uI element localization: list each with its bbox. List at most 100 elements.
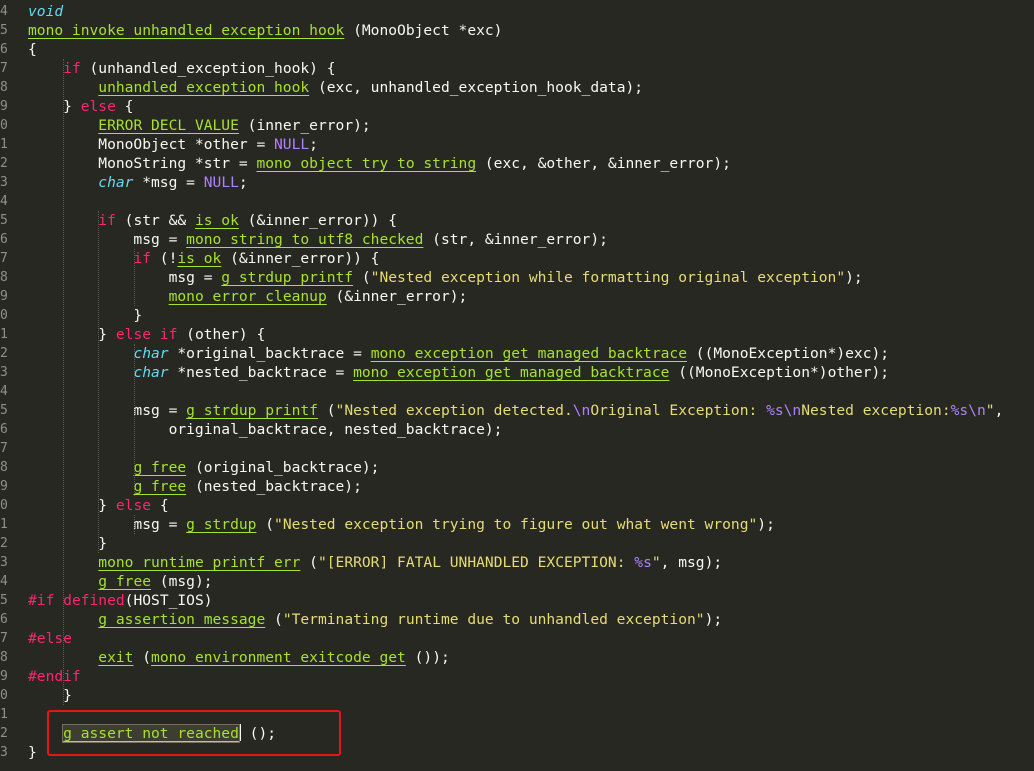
code-line[interactable]: 8 unhandled_exception_hook (exc, unhandl… xyxy=(0,78,1034,97)
code-line[interactable]: 7 if (unhandled_exception_hook) { xyxy=(0,59,1034,78)
code-line[interactable]: 0 ERROR_DECL_VALUE (inner_error); xyxy=(0,116,1034,135)
code-token: void xyxy=(28,3,64,20)
code-text[interactable]: ERROR_DECL_VALUE (inner_error); xyxy=(28,116,370,135)
code-token: Nested exception: xyxy=(801,402,951,419)
code-line[interactable]: 5 #if defined(HOST_IOS) xyxy=(0,591,1034,610)
code-editor[interactable]: 3} 2 g_assert_not_reached (); 1 0 } 9 #endif 8… xyxy=(0,0,1034,771)
code-line[interactable]: 3 char *nested_backtrace = mono_exceptio… xyxy=(0,363,1034,382)
code-line[interactable]: 1 msg = g_strdup ("Nested exception tryi… xyxy=(0,515,1034,534)
code-text[interactable]: } xyxy=(28,686,72,705)
code-line[interactable]: 7 #else xyxy=(0,629,1034,648)
code-text[interactable]: g_free (msg); xyxy=(28,572,212,591)
code-text[interactable]: void xyxy=(28,2,63,21)
code-line[interactable]: 0 } xyxy=(0,306,1034,325)
code-text[interactable]: g_free (nested_backtrace); xyxy=(28,477,361,496)
code-line[interactable]: 6 msg = mono_string_to_utf8_checked (str… xyxy=(0,230,1034,249)
code-text[interactable]: char *nested_backtrace = mono_exception_… xyxy=(28,363,889,382)
code-line[interactable]: 9 mono_error_cleanup (&inner_error); xyxy=(0,287,1034,306)
code-line[interactable]: 1 MonoObject *other = NULL; xyxy=(0,135,1034,154)
code-token: (MonoObject *exc) xyxy=(344,22,503,39)
code-line[interactable]: 9 g_free (nested_backtrace); xyxy=(0,477,1034,496)
code-text[interactable]: g_free (original_backtrace); xyxy=(28,458,379,477)
code-line[interactable]: 4 xyxy=(0,382,1034,401)
code-token: else if xyxy=(115,326,178,343)
code-text[interactable]: msg = g_strdup_printf ("Nested exception… xyxy=(28,268,863,287)
code-token: msg = xyxy=(28,516,187,533)
code-text[interactable]: MonoObject *other = NULL; xyxy=(28,135,318,154)
code-line[interactable]: 8 g_free (original_backtrace); xyxy=(0,458,1034,477)
code-text[interactable]: char *msg = NULL; xyxy=(28,173,248,192)
code-line[interactable]: 6 original_backtrace, nested_backtrace); xyxy=(0,420,1034,439)
code-text[interactable]: MonoString *str = mono_object_try_to_str… xyxy=(28,154,731,173)
code-text[interactable]: } else { xyxy=(28,97,133,116)
code-token: mono_exception_get_managed_backtrace xyxy=(370,345,687,362)
code-token: } xyxy=(28,687,72,704)
code-line[interactable]: 9 } else { xyxy=(0,97,1034,116)
code-text[interactable]: mono_error_cleanup (&inner_error); xyxy=(28,287,468,306)
line-number: 6 xyxy=(0,232,8,247)
code-line[interactable]: 5 if (str && is_ok (&inner_error)) { xyxy=(0,211,1034,230)
code-text[interactable]: } xyxy=(28,306,142,325)
code-line[interactable]: 9 #endif xyxy=(0,667,1034,686)
code-line[interactable]: 2 MonoString *str = mono_object_try_to_s… xyxy=(0,154,1034,173)
code-token: *msg = xyxy=(133,174,204,191)
code-text[interactable]: msg = g_strdup_printf ("Nested exception… xyxy=(28,401,1003,420)
code-token: *nested_backtrace = xyxy=(168,364,354,381)
code-line[interactable]: 7 xyxy=(0,439,1034,458)
code-text[interactable]: { xyxy=(28,40,37,59)
code-line[interactable]: 2 char *original_backtrace = mono_except… xyxy=(0,344,1034,363)
line-number: 5 xyxy=(0,23,8,38)
line-number: 4 xyxy=(0,384,8,399)
code-line[interactable]: 7 if (!is_ok (&inner_error)) { xyxy=(0,249,1034,268)
code-line[interactable]: 3 mono_runtime_printf_err ("[ERROR] FATA… xyxy=(0,553,1034,572)
code-line[interactable]: 8 msg = g_strdup_printf ("Nested excepti… xyxy=(0,268,1034,287)
code-text[interactable]: } xyxy=(28,534,107,553)
code-text[interactable]: mono_invoke_unhandled_exception_hook (Mo… xyxy=(28,21,502,40)
code-text[interactable]: msg = g_strdup ("Nested exception trying… xyxy=(28,515,774,534)
code-text[interactable]: mono_runtime_printf_err ("[ERROR] FATAL … xyxy=(28,553,722,572)
code-text[interactable]: char *original_backtrace = mono_exceptio… xyxy=(28,344,889,363)
code-text[interactable]: g_assertion_message ("Terminating runtim… xyxy=(28,610,722,629)
code-token: defined xyxy=(63,592,125,609)
code-text[interactable]: if (!is_ok (&inner_error)) { xyxy=(28,249,379,268)
code-line[interactable]: 0 } xyxy=(0,686,1034,705)
code-token: } xyxy=(28,98,81,115)
code-token: } xyxy=(28,744,37,761)
code-token: ; xyxy=(238,174,248,191)
code-line[interactable]: 3 char *msg = NULL; xyxy=(0,173,1034,192)
code-line[interactable]: 5 msg = g_strdup_printf ("Nested excepti… xyxy=(0,401,1034,420)
code-text[interactable]: if (unhandled_exception_hook) { xyxy=(28,59,336,78)
code-token: (&inner_error); xyxy=(326,288,468,305)
line-number: 6 xyxy=(0,422,8,437)
code-text[interactable]: } xyxy=(28,743,37,762)
code-token: (unhandled_exception_hook) { xyxy=(80,60,336,77)
line-number: 0 xyxy=(0,308,8,323)
code-line[interactable]: 6 g_assertion_message ("Terminating runt… xyxy=(0,610,1034,629)
code-token: msg = xyxy=(28,269,222,286)
code-text[interactable]: msg = mono_string_to_utf8_checked (str, … xyxy=(28,230,607,249)
code-token: (! xyxy=(151,250,178,267)
code-text[interactable]: #else xyxy=(28,629,72,648)
code-line[interactable]: 1 } else if (other) { xyxy=(0,325,1034,344)
code-token: (original_backtrace); xyxy=(186,459,380,476)
code-line[interactable]: 4 g_free (msg); xyxy=(0,572,1034,591)
code-line[interactable]: 4 xyxy=(0,192,1034,211)
line-number: 5 xyxy=(0,213,8,228)
code-token: "Nested exception detected. xyxy=(335,402,573,419)
code-text[interactable]: #endif xyxy=(28,667,81,686)
code-text[interactable]: unhandled_exception_hook (exc, unhandled… xyxy=(28,78,643,97)
code-line[interactable]: 2 } xyxy=(0,534,1034,553)
code-text[interactable]: #if defined(HOST_IOS) xyxy=(28,591,213,610)
code-line[interactable]: 0 } else { xyxy=(0,496,1034,515)
code-text[interactable]: if (str && is_ok (&inner_error)) { xyxy=(28,211,397,230)
code-token: %s\n xyxy=(950,402,986,419)
code-token: } xyxy=(28,326,116,343)
code-line[interactable]: 6{ xyxy=(0,40,1034,59)
code-line[interactable]: 4 void xyxy=(0,2,1034,21)
code-line[interactable]: 8 exit (mono_environment_exitcode_get ()… xyxy=(0,648,1034,667)
code-line[interactable]: 5 mono_invoke_unhandled_exception_hook (M… xyxy=(0,21,1034,40)
code-text[interactable]: exit (mono_environment_exitcode_get ()); xyxy=(28,648,449,667)
